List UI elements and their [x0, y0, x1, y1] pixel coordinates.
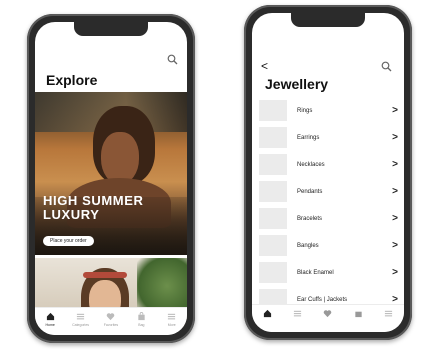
- category-thumbnail: [259, 208, 287, 229]
- tab-categories[interactable]: [284, 309, 312, 318]
- chevron-right-icon: >: [392, 213, 398, 224]
- place-order-button[interactable]: Place your order: [43, 236, 94, 246]
- category-label: Pendants: [297, 188, 323, 195]
- category-thumbnail: [259, 181, 287, 202]
- heart-icon: [324, 310, 332, 318]
- list-item-earrings[interactable]: Earrings >: [252, 124, 404, 151]
- category-thumbnail: [259, 127, 287, 148]
- category-label: Black Enamel: [297, 269, 334, 276]
- list-icon: [293, 310, 302, 317]
- search-icon[interactable]: [381, 61, 392, 72]
- list-item-bangles[interactable]: Bangles >: [252, 232, 404, 259]
- tab-bag[interactable]: [344, 309, 372, 318]
- tab-more[interactable]: More: [158, 312, 186, 327]
- category-thumbnail: [259, 100, 287, 121]
- tab-favorites[interactable]: Favorites: [97, 312, 125, 327]
- home-icon: [46, 312, 54, 321]
- tab-home[interactable]: [253, 309, 281, 318]
- list-item-pendants[interactable]: Pendants >: [252, 178, 404, 205]
- phone-notch: [291, 13, 365, 27]
- tab-label: Home: [45, 323, 55, 327]
- home-icon: [263, 309, 271, 318]
- phone-explore: Explore HIGH SUMMER LUXURY Place your or…: [27, 14, 195, 343]
- hero-model-face: [101, 132, 139, 184]
- list-item-rings[interactable]: Rings >: [252, 97, 404, 124]
- category-label: Necklaces: [297, 161, 325, 168]
- tab-bar: [252, 304, 404, 332]
- chevron-right-icon: >: [392, 105, 398, 116]
- category-label: Bangles: [297, 242, 319, 249]
- chevron-right-icon: >: [392, 132, 398, 143]
- list-item-necklaces[interactable]: Necklaces >: [252, 151, 404, 178]
- hero-banner[interactable]: HIGH SUMMER LUXURY Place your order: [35, 92, 187, 255]
- hero-headline: HIGH SUMMER LUXURY: [43, 193, 144, 222]
- bag-icon: [138, 312, 145, 321]
- tab-home[interactable]: Home: [36, 312, 64, 327]
- bag-icon: [355, 311, 362, 318]
- tab-bar: Home Categories Favorites Bag More: [35, 307, 187, 335]
- list-item-black-enamel[interactable]: Black Enamel >: [252, 259, 404, 286]
- chevron-right-icon: >: [392, 240, 398, 251]
- phone-jewellery: < Jewellery Rings > Earrings > Necklaces…: [244, 5, 412, 340]
- promo-model-headband: [83, 272, 127, 278]
- tab-label: More: [167, 323, 176, 327]
- menu-icon: [385, 310, 393, 317]
- page-title: Jewellery: [265, 76, 329, 92]
- phone-notch: [74, 22, 148, 36]
- page-title: Explore: [46, 72, 98, 88]
- chevron-right-icon: >: [392, 186, 398, 197]
- tab-more[interactable]: [375, 309, 403, 318]
- list-icon: [76, 313, 85, 320]
- category-label: Earrings: [297, 134, 320, 141]
- tab-categories[interactable]: Categories: [67, 312, 95, 327]
- category-label: Rings: [297, 107, 313, 114]
- back-chevron-icon[interactable]: <: [261, 59, 268, 73]
- category-thumbnail: [259, 235, 287, 256]
- jewellery-screen: < Jewellery Rings > Earrings > Necklaces…: [252, 13, 404, 332]
- search-icon[interactable]: [167, 54, 178, 65]
- heart-icon: [107, 313, 115, 321]
- category-label: Bracelets: [297, 215, 323, 222]
- tab-bag[interactable]: Bag: [127, 312, 155, 327]
- tab-favorites[interactable]: [314, 309, 342, 318]
- category-label: Ear Cuffs | Jackets: [297, 296, 348, 303]
- chevron-right-icon: >: [392, 267, 398, 278]
- tab-label: Categories: [72, 323, 90, 327]
- category-thumbnail: [259, 262, 287, 283]
- category-list: Rings > Earrings > Necklaces > Pendants …: [252, 97, 404, 313]
- list-item-bracelets[interactable]: Bracelets >: [252, 205, 404, 232]
- tab-label: Bag: [138, 323, 145, 327]
- tab-label: Favorites: [103, 323, 119, 327]
- explore-screen: Explore HIGH SUMMER LUXURY Place your or…: [35, 22, 187, 335]
- menu-icon: [168, 313, 176, 320]
- chevron-right-icon: >: [392, 159, 398, 170]
- category-thumbnail: [259, 154, 287, 175]
